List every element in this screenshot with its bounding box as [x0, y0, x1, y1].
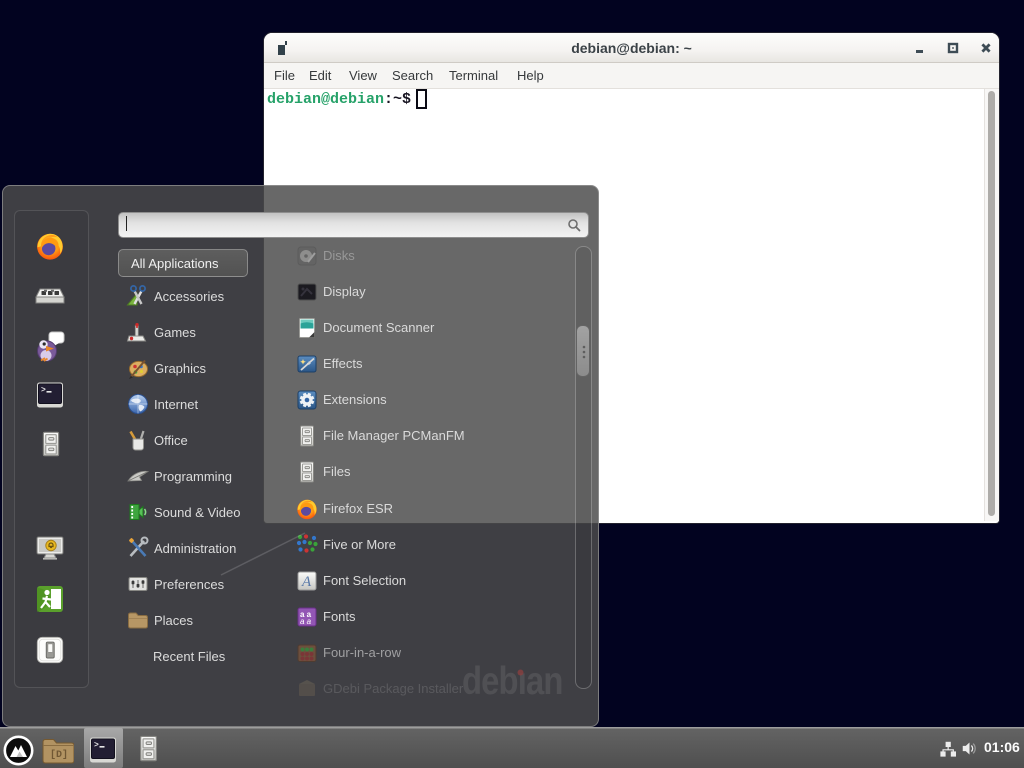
svg-text:a a: a a: [300, 617, 312, 626]
svg-text:A: A: [301, 574, 312, 590]
svg-text:[D]: [D]: [50, 749, 68, 761]
